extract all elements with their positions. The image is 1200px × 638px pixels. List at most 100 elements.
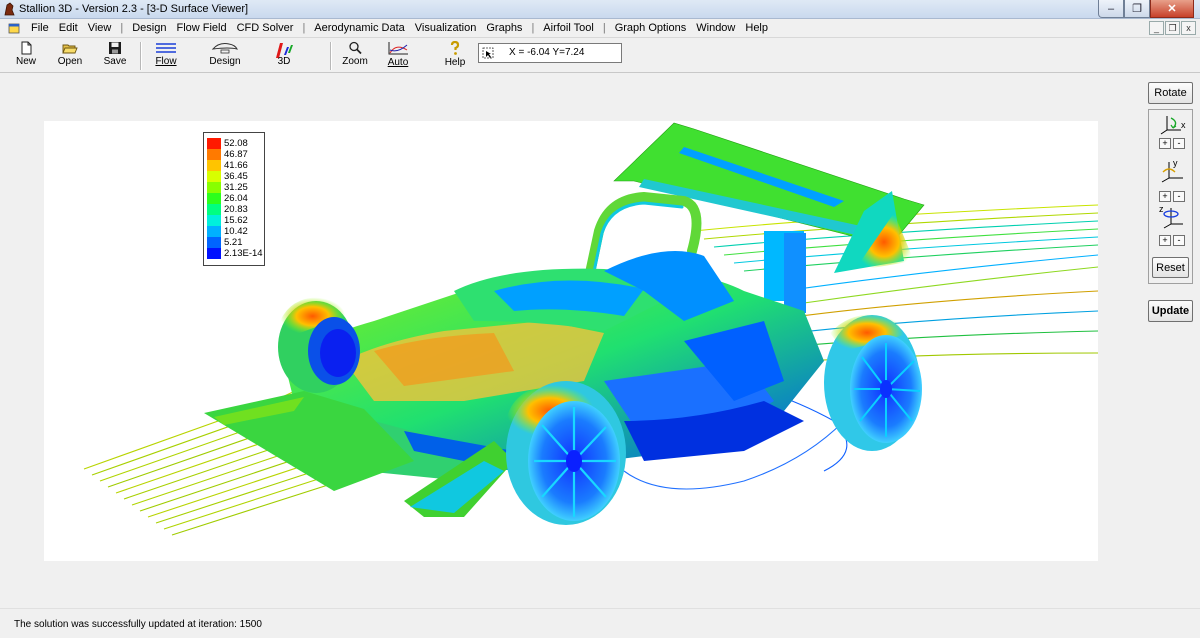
legend-swatch <box>207 149 221 160</box>
menu-cfd-solver[interactable]: CFD Solver <box>232 22 299 34</box>
help-button[interactable]: Help <box>441 41 469 71</box>
menu-visualization[interactable]: Visualization <box>410 22 482 34</box>
rotate-z-minus-button[interactable]: - <box>1173 235 1185 246</box>
flow-label: Flow <box>155 56 177 67</box>
save-label: Save <box>103 56 127 67</box>
color-scale-legend: 52.08 46.87 41.66 36.45 31.25 26.04 20.8… <box>203 132 265 266</box>
new-button[interactable]: New <box>12 41 40 71</box>
legend-swatch <box>207 193 221 204</box>
legend-entry: 15.62 <box>207 215 248 226</box>
toolbar: New Open Save Flow Design 3D Zoom Auto H… <box>0 38 1200 73</box>
menu-graphs[interactable]: Graphs <box>481 22 527 34</box>
rotate-x-plus-button[interactable]: + <box>1159 138 1171 149</box>
auto-button[interactable]: Auto <box>383 41 413 71</box>
title-bar: Stallion 3D - Version 2.3 - [3-D Surface… <box>0 0 1200 19</box>
legend-label: 2.13E-14 <box>224 248 263 259</box>
rotate-y-minus-button[interactable]: - <box>1173 191 1185 202</box>
open-folder-icon <box>62 44 78 54</box>
rear-right-wheel <box>824 314 922 451</box>
legend-entry: 5.21 <box>207 237 243 248</box>
x-axis-label: x <box>1181 120 1186 130</box>
menu-help[interactable]: Help <box>740 22 773 34</box>
mdi-close-button[interactable]: x <box>1181 21 1196 35</box>
legend-entry: 26.04 <box>207 193 248 204</box>
legend-entry: 36.45 <box>207 171 248 182</box>
cursor-coordinates: X = -6.04 Y=7.24 <box>509 47 585 58</box>
legend-entry: 41.66 <box>207 160 248 171</box>
save-button[interactable]: Save <box>101 41 129 71</box>
menu-separator: | <box>531 22 535 34</box>
menu-aerodynamic-data[interactable]: Aerodynamic Data <box>309 22 410 34</box>
design-airfoil-icon <box>211 43 238 54</box>
mdi-controls: _ ❐ x <box>1149 21 1196 35</box>
mdi-restore-button[interactable]: ❐ <box>1165 21 1180 35</box>
reset-rotation-button[interactable]: Reset <box>1152 257 1189 278</box>
toolbar-separator <box>140 42 142 70</box>
status-message: The solution was successfully updated at… <box>14 619 262 630</box>
menu-items: File Edit View | Design Flow Field CFD S… <box>26 22 773 34</box>
document-window-icon[interactable] <box>8 22 20 34</box>
zoom-magnifier-icon <box>349 41 362 55</box>
legend-label: 31.25 <box>224 182 248 193</box>
legend-swatch <box>207 248 221 259</box>
legend-entry: 52.08 <box>207 138 248 149</box>
rotate-y-axis-icon <box>1161 162 1183 183</box>
mdi-minimize-button[interactable]: _ <box>1149 21 1164 35</box>
legend-label: 36.45 <box>224 171 248 182</box>
toolbar-separator <box>330 42 332 70</box>
legend-label: 15.62 <box>224 215 248 226</box>
menu-separator: | <box>120 22 124 34</box>
help-question-icon <box>450 41 460 55</box>
minimize-window-button[interactable]: – <box>1098 0 1124 18</box>
rotate-z-plus-button[interactable]: + <box>1159 235 1171 246</box>
close-window-button[interactable]: ✕ <box>1150 0 1194 18</box>
help-label: Help <box>444 57 466 68</box>
menu-separator: | <box>602 22 606 34</box>
menu-design[interactable]: Design <box>127 22 171 34</box>
open-label: Open <box>57 56 83 67</box>
coordinate-cursor-icon <box>482 47 494 59</box>
legend-swatch <box>207 226 221 237</box>
3d-surface-viewer[interactable]: 52.08 46.87 41.66 36.45 31.25 26.04 20.8… <box>44 121 1098 561</box>
front-right-wheel <box>506 381 626 525</box>
legend-entry: 20.83 <box>207 204 248 215</box>
rotate-y-plus-button[interactable]: + <box>1159 191 1171 202</box>
menu-window[interactable]: Window <box>691 22 740 34</box>
legend-entry: 46.87 <box>207 149 248 160</box>
menu-airfoil-tool[interactable]: Airfoil Tool <box>538 22 599 34</box>
menu-graph-options[interactable]: Graph Options <box>610 22 692 34</box>
legend-entry: 31.25 <box>207 182 248 193</box>
legend-label: 41.66 <box>224 160 248 171</box>
menu-file[interactable]: File <box>26 22 54 34</box>
menu-flow-field[interactable]: Flow Field <box>171 22 231 34</box>
status-bar: The solution was successfully updated at… <box>0 608 1200 638</box>
cursor-coordinates-box: X = -6.04 Y=7.24 <box>478 43 622 63</box>
legend-label: 46.87 <box>224 149 248 160</box>
new-label: New <box>15 56 36 67</box>
update-button[interactable]: Update <box>1148 300 1193 322</box>
new-file-icon <box>21 41 32 55</box>
legend-swatch <box>207 204 221 215</box>
auto-label: Auto <box>387 57 409 68</box>
legend-entry: 2.13E-14 <box>207 248 263 259</box>
front-left-wheel <box>278 297 360 393</box>
window-controls: – ❐ ✕ <box>1098 0 1194 18</box>
rotate-button[interactable]: Rotate <box>1148 82 1193 104</box>
3d-button[interactable]: 3D <box>270 41 298 71</box>
legend-label: 26.04 <box>224 193 248 204</box>
design-button[interactable]: Design <box>206 41 244 71</box>
menu-view[interactable]: View <box>83 22 117 34</box>
legend-swatch <box>207 237 221 248</box>
window-title: Stallion 3D - Version 2.3 - [3-D Surface… <box>19 3 249 15</box>
flow-lines-icon <box>156 43 176 53</box>
maximize-window-button[interactable]: ❐ <box>1124 0 1150 18</box>
legend-label: 5.21 <box>224 237 243 248</box>
save-disk-icon <box>109 42 121 54</box>
menu-edit[interactable]: Edit <box>54 22 83 34</box>
flow-button[interactable]: Flow <box>150 41 182 71</box>
open-button[interactable]: Open <box>56 41 84 71</box>
rotate-x-minus-button[interactable]: - <box>1173 138 1185 149</box>
zoom-button[interactable]: Zoom <box>340 41 370 71</box>
legend-swatch <box>207 171 221 182</box>
legend-label: 20.83 <box>224 204 248 215</box>
